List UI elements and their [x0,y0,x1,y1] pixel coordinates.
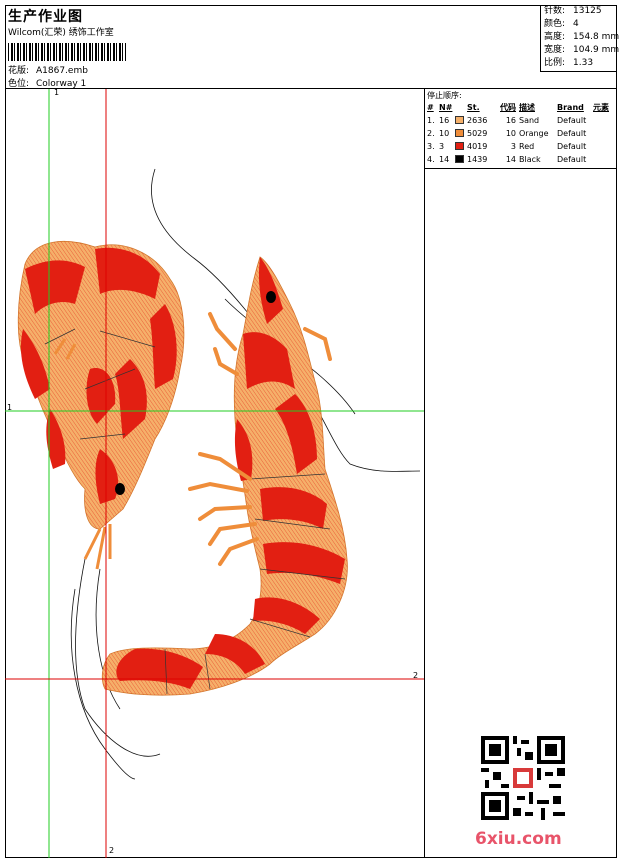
color-swatch [455,155,464,163]
stop-sequence-title: 停止顺序: [427,91,462,100]
color-swatch [455,142,464,150]
table-row: 3. 3 4019 3 Red Default [427,142,587,151]
stat-width: 宽度: 104.9 mm [544,45,620,55]
design-value: A1867.emb [36,66,88,76]
stat-scale: 比例: 1.33 [544,58,594,68]
colorway-value: Colorway 1 [36,79,87,89]
stat-colors: 颜色: 4 [544,19,579,29]
color-swatch [455,116,464,124]
axis-label-right: 2 [413,671,419,680]
table-row: 2. 10 5029 10 Orange Default [427,129,587,138]
brand-logo: 6xiu.com [475,829,562,849]
design-row: 花版: A1867.emb [8,63,88,76]
stat-stitches: 针数: 13125 [544,6,602,16]
embroidery-canvas: 1 1 2 2 [5,89,424,858]
stat-height: 高度: 154.8 mm [544,32,620,42]
qr-code [481,736,565,820]
colorway-label: 色位: [8,79,30,89]
table-row: 1. 16 2636 16 Sand Default [427,116,587,125]
shrimp-design [5,89,424,858]
stop-sequence-header: # N# St. 代码 描述 Brand 元素 [427,103,609,112]
color-swatch [455,129,464,137]
studio-name: Wilcom(汇荣) 绣饰工作室 [8,28,114,38]
barcode [8,43,126,61]
stats-box: 针数: 13125 颜色: 4 高度: 154.8 mm 宽度: 104.9 mm 比例… [540,5,620,72]
left-shrimp [17,241,185,570]
axis-label-bottom: 2 [109,846,115,855]
axis-label-top: 1 [54,89,60,97]
header: 生产作业图 Wilcom(汇荣) 绣饰工作室 花版: A1867.emb 色位: C… [5,5,620,89]
design-label: 花版: [8,66,30,76]
axis-label-left: 1 [7,403,13,412]
page-title: 生产作业图 [8,9,83,25]
colorway-row: 色位: Colorway 1 [8,76,86,89]
side-panel: 停止顺序: # N# St. 代码 描述 Brand 元素 1. 16 2636 1… [424,89,617,858]
table-row: 4. 14 1439 14 Black Default [427,155,587,164]
stop-sequence-table: 停止顺序: # N# St. 代码 描述 Brand 元素 1. 16 2636 1… [425,89,617,169]
